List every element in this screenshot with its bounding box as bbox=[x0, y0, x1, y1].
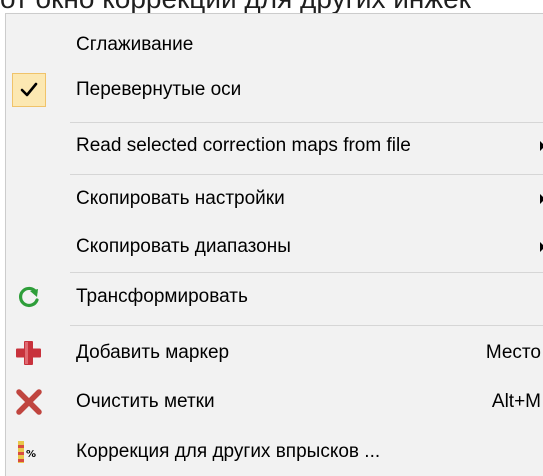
menu-separator bbox=[70, 122, 543, 123]
menu-item-label: Добавить маркер bbox=[76, 342, 230, 363]
context-menu: Сглаживание Перевернутые оси Read select… bbox=[5, 13, 543, 476]
menu-item-label: Скопировать диапазоны bbox=[76, 236, 291, 257]
green-refresh-icon bbox=[12, 280, 46, 314]
checkmark-icon bbox=[12, 73, 46, 107]
menu-separator bbox=[70, 174, 543, 175]
menu-item-label: Скопировать настройки bbox=[76, 188, 285, 209]
menu-item-smoothing[interactable]: Сглаживание bbox=[6, 23, 543, 67]
percent-table-icon: % bbox=[12, 435, 46, 469]
red-plus-icon bbox=[12, 336, 46, 370]
menu-item-copy-ranges[interactable]: Скопировать диапазоны bbox=[6, 225, 543, 269]
menu-item-transform[interactable]: Трансформировать bbox=[6, 275, 543, 319]
background-caption: от окно коррекции для других инжек bbox=[0, 0, 543, 14]
menu-item-clear-marks[interactable]: Очистить метки Alt+M bbox=[6, 380, 543, 424]
menu-item-label: Коррекция для других впрысков ... bbox=[76, 441, 381, 462]
menu-item-label: Очистить метки bbox=[76, 391, 215, 412]
menu-item-copy-settings[interactable]: Скопировать настройки bbox=[6, 177, 543, 221]
menu-item-label: Read selected correction maps from file bbox=[76, 135, 411, 156]
menu-item-read-correction-maps[interactable]: Read selected correction maps from file bbox=[6, 124, 543, 168]
screenshot-stage: от окно коррекции для других инжек Сглаж… bbox=[0, 0, 543, 476]
menu-item-label: Перевернутые оси bbox=[76, 79, 242, 100]
menu-item-label: Сглаживание bbox=[76, 34, 194, 55]
menu-item-add-marker[interactable]: Добавить маркер Место bbox=[6, 331, 543, 375]
menu-item-other-injections-correction[interactable]: % Коррекция для других впрысков ... bbox=[6, 430, 543, 474]
menu-item-label: Трансформировать bbox=[76, 286, 248, 307]
red-x-icon bbox=[12, 385, 46, 419]
svg-text:%: % bbox=[26, 449, 36, 460]
menu-item-inverted-axes[interactable]: Перевернутые оси bbox=[6, 68, 543, 112]
menu-separator bbox=[70, 325, 543, 326]
menu-separator bbox=[70, 272, 543, 273]
menu-item-shortcut: Alt+M bbox=[491, 391, 541, 412]
menu-item-shortcut: Место bbox=[485, 342, 541, 363]
